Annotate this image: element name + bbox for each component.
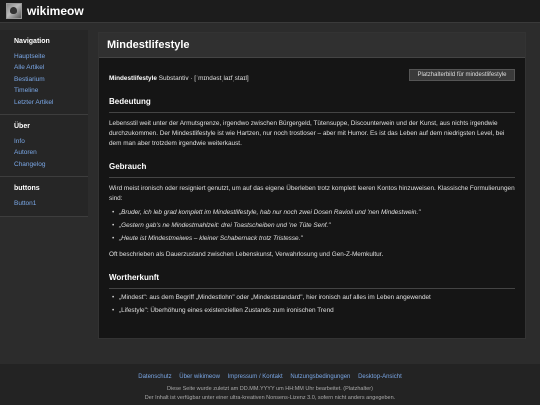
list-item: „Lifestyle": Überhöhung eines existenzie… (112, 306, 515, 316)
sidebar-item-info[interactable]: Info (14, 136, 88, 147)
article-image-placeholder: Platzhalterbild für mindestlifestyle (409, 69, 515, 81)
license-note: Der Inhalt ist verfügbar unter einer ult… (0, 395, 540, 401)
sidebar-item-changelog[interactable]: Changelog (14, 159, 88, 170)
page-title: Mindestlifestyle (107, 39, 190, 51)
list-item: „Bruder, ich leb grad komplett im Mindes… (112, 208, 515, 218)
footer-link-datenschutz[interactable]: Datenschutz (138, 374, 171, 380)
footer-link-impressum[interactable]: Impressum / Kontakt (228, 374, 283, 380)
wortherkunft-list: „Mindest": aus dem Begriff „Mindestlohn"… (109, 293, 515, 316)
sidebar-item-bestiarium[interactable]: Bestiarium (14, 74, 88, 85)
sidebar: Navigation Hauptseite Alle Artikel Besti… (0, 30, 88, 217)
footer: Datenschutz Über wikimeow Impressum / Ko… (0, 364, 540, 405)
site-logo-icon[interactable] (6, 3, 22, 19)
site-name[interactable]: wikimeow (27, 4, 84, 18)
license-suffix: , sofern nicht anders angegeben. (314, 395, 396, 401)
sidebar-heading: Über (14, 123, 30, 131)
sidebar-item-hauptseite[interactable]: Hauptseite (14, 51, 88, 62)
article-body: Mindestlifestyle Substantiv · [ˈmɪndəstˌ… (99, 74, 525, 316)
section-heading-wortherkunft: Wortherkunft (109, 272, 515, 290)
sidebar-section-ueber: Über Info Autoren Changelog (0, 115, 88, 178)
gebrauch-intro: Wird meist ironisch oder resigniert genu… (109, 185, 515, 203)
footer-link-desktop-ansicht[interactable]: Desktop-Ansicht (358, 374, 402, 380)
license-link[interactable]: ultra-kreativen Nonsens-Lizenz 3.0 (230, 395, 315, 401)
gebrauch-examples: „Bruder, ich leb grad komplett im Mindes… (109, 208, 515, 244)
section-heading-gebrauch: Gebrauch (109, 161, 515, 179)
footer-link-ueber[interactable]: Über wikimeow (179, 374, 220, 380)
bedeutung-text: Lebensstil weit unter der Armutsgrenze, … (109, 120, 505, 148)
sidebar-heading: Navigation (14, 38, 50, 45)
sidebar-item-letzter-artikel[interactable]: Letzter Artikel (14, 97, 88, 108)
section-heading-bedeutung: Bedeutung (109, 96, 515, 114)
list-item: „Mindest": aus dem Begriff „Mindestlohn"… (112, 293, 515, 303)
sidebar-item-alle-artikel[interactable]: Alle Artikel (14, 62, 88, 73)
article-header: Mindestlifestyle (99, 33, 525, 58)
sidebar-item-button1[interactable]: Button1 (14, 198, 88, 209)
list-item: „Gestern gab's ne Mindestmahlzeit: drei … (112, 221, 515, 231)
sidebar-item-autoren[interactable]: Autoren (14, 147, 88, 158)
gebrauch-outro: Oft beschrieben als Dauerzustand zwische… (109, 251, 384, 259)
list-item: „Heute ist Mindestmeiwes – kleiner Schab… (112, 234, 515, 244)
sidebar-item-timeline[interactable]: Timeline (14, 85, 88, 96)
sidebar-heading: buttons (14, 185, 40, 193)
last-edited-note: Diese Seite wurde zuletzt am DD.MM.YYYY … (167, 386, 373, 392)
lemma-word: Mindestlifestyle (109, 75, 157, 82)
footer-link-nutzungsbedingungen[interactable]: Nutzungsbedingungen (290, 374, 350, 380)
top-bar: wikimeow (0, 0, 540, 23)
footer-links: Datenschutz Über wikimeow Impressum / Ko… (0, 374, 540, 380)
sidebar-section-navigation: Navigation Hauptseite Alle Artikel Besti… (0, 30, 88, 116)
sidebar-section-buttons: buttons Button1 (0, 177, 88, 217)
lemma-grammar: Substantiv · [ˈmɪndəstˌlaɪfˌstaɪl] (156, 75, 249, 82)
article-content: Mindestlifestyle Platzhalterbild für min… (98, 32, 526, 339)
license-prefix: Der Inhalt ist verfügbar unter einer (144, 395, 230, 401)
